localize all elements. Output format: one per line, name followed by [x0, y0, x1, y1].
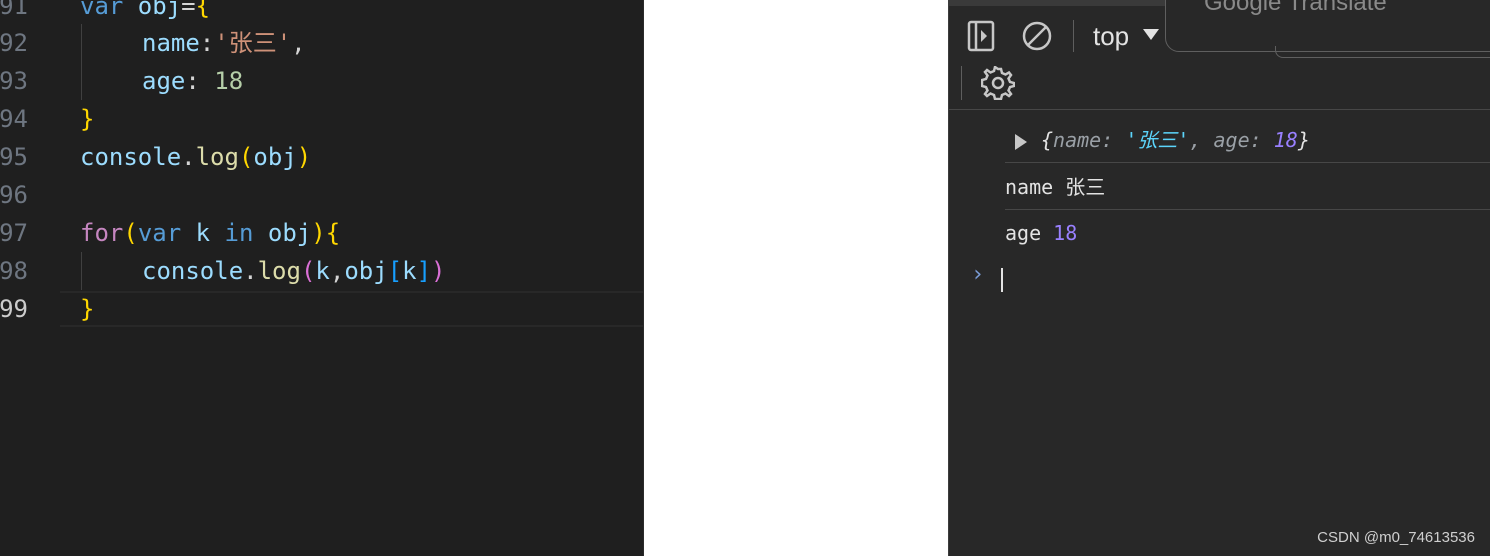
line-number: 91	[0, 0, 28, 20]
context-selector[interactable]: top	[1093, 20, 1160, 52]
toolbar-divider	[1073, 20, 1074, 52]
code-text[interactable]: var obj={	[80, 0, 210, 25]
code-line[interactable]: 97 for(var k in obj){	[0, 214, 643, 252]
line-number: 95	[0, 143, 28, 171]
clear-console-icon[interactable]	[1021, 20, 1053, 52]
line-number: 96	[0, 181, 28, 209]
code-text[interactable]: console.log(obj)	[80, 138, 311, 176]
console-log-row: age 18	[1005, 221, 1078, 245]
line-number: 94	[0, 105, 28, 133]
sidebar-toggle-icon[interactable]	[967, 20, 995, 52]
code-editor[interactable]: 91 var obj={ 92 name:'张三', 93 age: 18 94…	[0, 0, 644, 556]
code-line[interactable]: 99 }	[0, 290, 643, 328]
devtools-console-panel: top Google Translate {name: '张三', age: 1…	[948, 0, 1490, 556]
code-text[interactable]: }	[80, 290, 94, 328]
line-number: 92	[0, 29, 28, 57]
chevron-down-icon	[1143, 28, 1160, 40]
console-settings-bar	[949, 58, 1490, 110]
console-log-object[interactable]: {name: '张三', age: 18}	[1005, 118, 1490, 163]
code-line[interactable]: 92 name:'张三',	[0, 24, 643, 62]
line-number: 97	[0, 219, 28, 247]
watermark: CSDN @m0_74613536	[1317, 529, 1475, 546]
expand-arrow-icon[interactable]	[1015, 133, 1027, 150]
code-line[interactable]: 91 var obj={	[0, 0, 643, 25]
code-text[interactable]: console.log(k,obj[k])	[142, 252, 446, 290]
line-number: 93	[0, 67, 28, 95]
console-input[interactable]	[1001, 268, 1003, 292]
code-line[interactable]: 93 age: 18	[0, 62, 643, 100]
console-toolbar: top Google Translate	[949, 0, 1490, 58]
code-text[interactable]: for(var k in obj){	[80, 214, 340, 252]
console-log-row: name 张三	[1005, 165, 1490, 210]
toolbar-divider	[961, 66, 962, 100]
code-text[interactable]: age: 18	[142, 62, 243, 100]
gear-icon[interactable]	[981, 66, 1015, 100]
code-line[interactable]: 94 }	[0, 100, 643, 138]
code-text[interactable]: name:'张三',	[142, 24, 306, 62]
code-line[interactable]: 98 console.log(k,obj[k])	[0, 252, 643, 290]
filter-input[interactable]	[1275, 46, 1490, 58]
line-number: 98	[0, 257, 28, 285]
translate-popup[interactable]: Google Translate	[1165, 0, 1490, 52]
console-prompt-icon: ›	[971, 262, 985, 287]
code-line[interactable]: 96	[0, 176, 643, 214]
line-number: 99	[0, 295, 28, 323]
translate-popup-title: Google Translate	[1204, 0, 1387, 16]
code-line[interactable]: 95 console.log(obj)	[0, 138, 643, 176]
code-text[interactable]: }	[80, 100, 94, 138]
context-value: top	[1093, 20, 1130, 51]
